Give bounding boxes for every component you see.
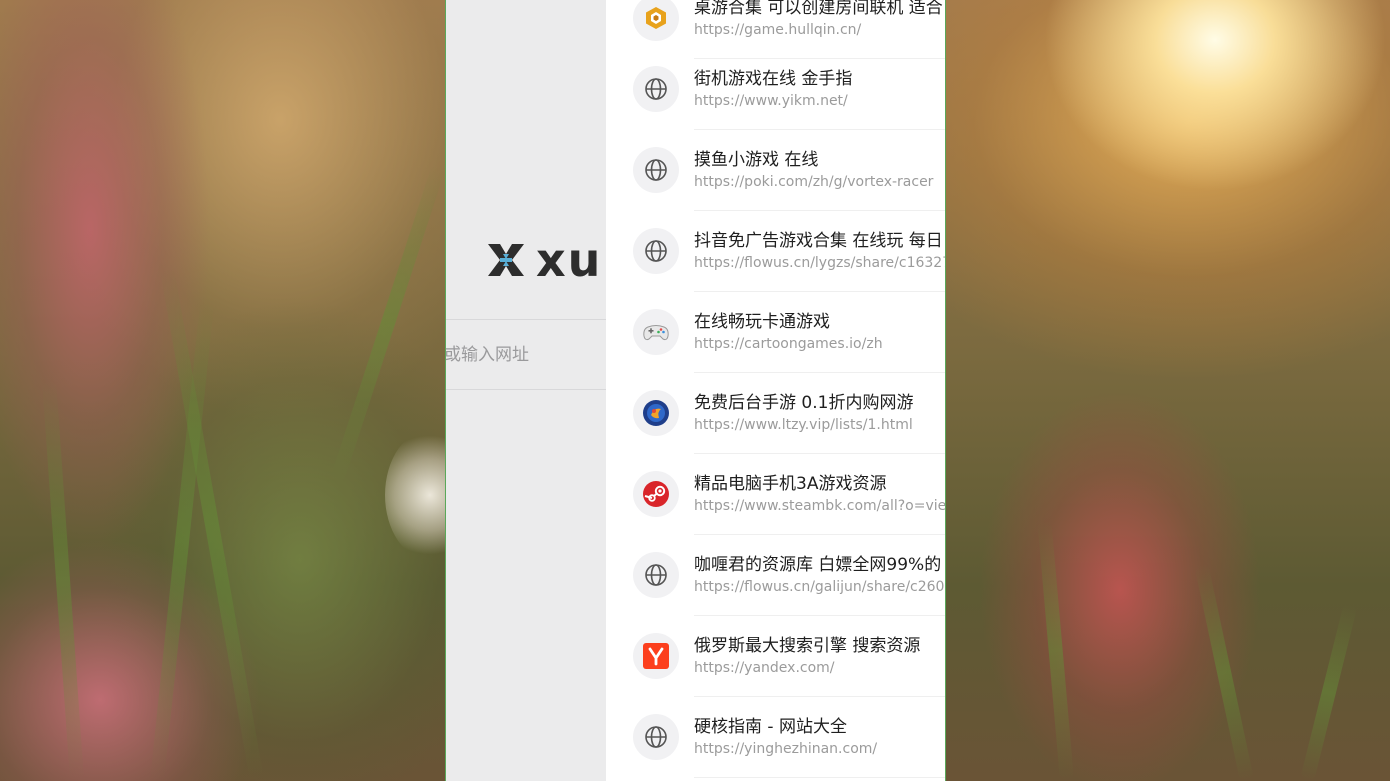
item-title: 在线畅玩卡通游戏 — [694, 312, 830, 332]
wallpaper-grass — [1037, 520, 1074, 781]
desktop-wallpaper: xun 或输入网址 桌游合集 可以创建房间联机 适合 https://game.… — [0, 0, 1390, 781]
list-item[interactable]: 在线畅玩卡通游戏 https://cartoongames.io/zh — [606, 292, 945, 373]
globe-icon — [645, 159, 667, 181]
list-item[interactable]: 硬核指南 - 网站大全 https://yinghezhinan.com/ — [606, 697, 945, 778]
x-logo-icon — [488, 244, 524, 276]
item-title: 抖音免广告游戏合集 在线玩 每日 — [694, 231, 943, 251]
item-url: https://yinghezhinan.com/ — [694, 741, 878, 757]
favicon — [633, 552, 679, 598]
steam-icon — [643, 481, 669, 507]
favicon — [633, 390, 679, 436]
wallpaper-grass — [42, 380, 84, 781]
item-url: https://www.steambk.com/all?o=view — [694, 498, 946, 514]
item-url: https://flowus.cn/lygzs/share/c16327 — [694, 255, 946, 271]
globe-icon — [645, 726, 667, 748]
favicon — [633, 0, 679, 41]
item-title: 硬核指南 - 网站大全 — [694, 717, 847, 737]
list-item[interactable]: 免费后台手游 0.1折内购网游 https://www.ltzy.vip/lis… — [606, 373, 945, 454]
item-url: https://cartoongames.io/zh — [694, 336, 883, 352]
item-title: 桌游合集 可以创建房间联机 适合 — [694, 0, 943, 18]
favicon — [633, 147, 679, 193]
favicon — [633, 228, 679, 274]
favicon — [633, 633, 679, 679]
item-divider — [694, 777, 945, 778]
item-url: https://www.yikm.net/ — [694, 93, 848, 109]
list-item[interactable]: 精品电脑手机3A游戏资源 https://www.steambk.com/all… — [606, 454, 945, 535]
list-item[interactable]: 咖喱君的资源库 白嫖全网99%的 https://flowus.cn/galij… — [606, 535, 945, 616]
globe-icon — [645, 78, 667, 100]
list-item[interactable]: 俄罗斯最大搜索引擎 搜索资源 https://yandex.com/ — [606, 616, 945, 697]
item-title: 街机游戏在线 金手指 — [694, 69, 853, 89]
hexagon-game-icon — [646, 7, 666, 29]
favicon — [633, 471, 679, 517]
favicon — [633, 714, 679, 760]
favicon — [633, 66, 679, 112]
item-url: https://flowus.cn/galijun/share/c2602 — [694, 579, 946, 595]
yandex-icon — [643, 643, 669, 669]
browser-logo: xun — [484, 233, 607, 287]
item-url: https://poki.com/zh/g/vortex-racer — [694, 174, 934, 190]
search-divider — [446, 389, 607, 390]
search-input[interactable]: 或输入网址 — [446, 340, 605, 370]
list-item[interactable]: 街机游戏在线 金手指 https://www.yikm.net/ — [606, 49, 945, 130]
globe-icon — [645, 564, 667, 586]
bookmark-list-panel: 桌游合集 可以创建房间联机 适合 https://game.hullqin.cn… — [606, 0, 946, 781]
list-item[interactable]: 摸鱼小游戏 在线 https://poki.com/zh/g/vortex-ra… — [606, 130, 945, 211]
wallpaper-grass — [159, 266, 264, 781]
logo-text: xun — [536, 233, 607, 287]
item-title: 俄罗斯最大搜索引擎 搜索资源 — [694, 636, 921, 656]
item-title: 免费后台手游 0.1折内购网游 — [694, 393, 914, 413]
item-title: 摸鱼小游戏 在线 — [694, 150, 819, 170]
favicon — [633, 309, 679, 355]
item-url: https://www.ltzy.vip/lists/1.html — [694, 417, 913, 433]
item-title: 咖喱君的资源库 白嫖全网99%的 — [694, 555, 942, 575]
item-url: https://yandex.com/ — [694, 660, 835, 676]
search-divider — [446, 319, 607, 320]
item-url: https://game.hullqin.cn/ — [694, 22, 862, 38]
item-title: 精品电脑手机3A游戏资源 — [694, 474, 887, 494]
wallpaper-grass — [1194, 563, 1254, 781]
globe-icon — [645, 240, 667, 262]
list-item[interactable]: 抖音免广告游戏合集 在线玩 每日 https://flowus.cn/lygzs… — [606, 211, 945, 292]
gamepad-icon — [643, 325, 669, 341]
wallpaper-grass — [1300, 603, 1358, 781]
browser-newtab-page: xun 或输入网址 — [445, 0, 607, 781]
game-badge-icon — [643, 400, 669, 426]
